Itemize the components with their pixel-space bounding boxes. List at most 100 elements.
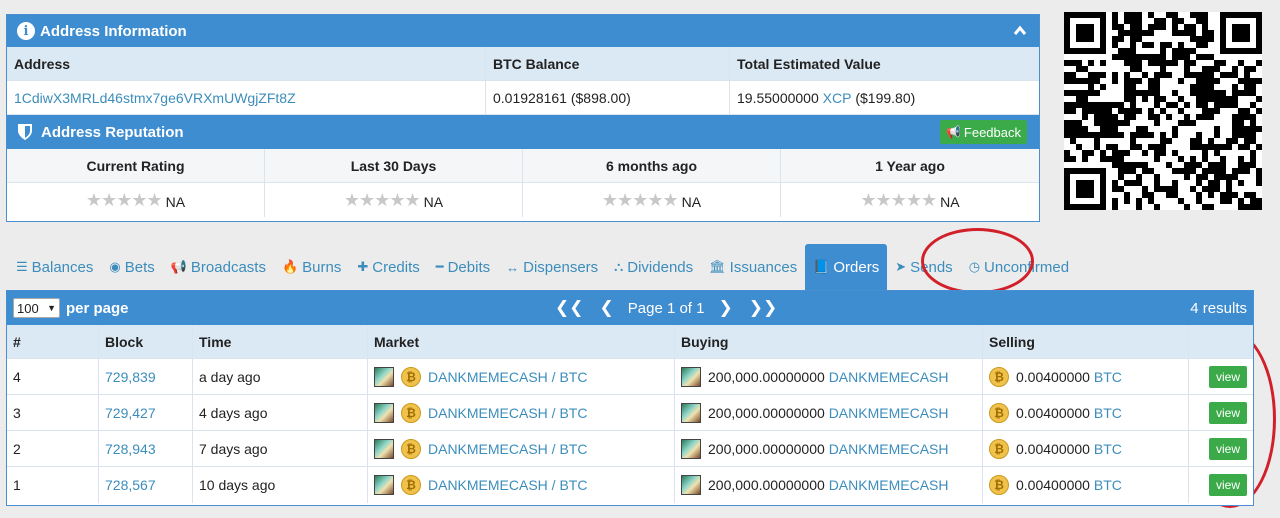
buying-amount: 200,000.00000000: [708, 440, 825, 457]
address-information-header: i Address Information: [7, 15, 1039, 47]
order-number: 3: [7, 395, 99, 430]
address-reputation-title: Address Reputation: [41, 123, 184, 141]
market-link[interactable]: DANKMEMECASH / BTC: [428, 441, 587, 457]
bitcoin-icon: ₿: [401, 366, 421, 387]
tab-issuances[interactable]: 🏛 Issuances: [701, 244, 805, 290]
market-link[interactable]: DANKMEMECASH / BTC: [428, 369, 587, 385]
previous-page-icon[interactable]: ❮: [600, 298, 614, 318]
tab-balances[interactable]: ☰ Balances: [8, 244, 101, 290]
buying-asset-link[interactable]: DANKMEMECASH: [829, 405, 949, 421]
address-link[interactable]: 1CdiwX3MRLd46stmx7ge6VRXmUWgjZFt8Z: [14, 90, 296, 106]
tab-label: Credits: [372, 258, 420, 276]
total-asset-link[interactable]: XCP: [823, 90, 852, 106]
orders-table-body: 4 729,839 a day ago ₿ DANKMEMECASH / BTC 200,…: [7, 359, 1253, 503]
market-link[interactable]: DANKMEMECASH / BTC: [428, 405, 587, 421]
market-cell: ₿ DANKMEMECASH / BTC: [368, 359, 675, 394]
last-page-icon[interactable]: ❯❯: [749, 298, 778, 318]
feedback-button[interactable]: 📢 Feedback: [939, 120, 1027, 144]
address-reputation-header: Address Reputation 📢 Feedback: [7, 115, 1039, 149]
selling-asset-link[interactable]: BTC: [1094, 477, 1122, 493]
block-link[interactable]: 729,427: [105, 405, 156, 421]
buying-asset-link[interactable]: DANKMEMECASH: [829, 441, 949, 457]
dankmemecash-asset-icon: [374, 402, 394, 423]
total-amount: 19.55000000: [737, 89, 819, 106]
bitcoin-icon: ₿: [989, 475, 1009, 495]
tab-label: Dividends: [627, 258, 694, 276]
buying-asset-link[interactable]: DANKMEMECASH: [829, 369, 949, 385]
rating-value: NA: [423, 193, 444, 210]
orders-toolbar: 100 ▼ per page ❮❮ ❮ Page 1 of 1 ❯ ❯❯ 4 re…: [7, 291, 1253, 325]
selling-amount: 0.00400000: [1016, 404, 1090, 421]
per-page-value: 100: [17, 300, 39, 316]
block-link[interactable]: 728,943: [105, 441, 156, 457]
view-order-button[interactable]: view: [1208, 437, 1247, 460]
reputation-table-row: ★★★★★ NA ★★★★★ NA ★★★★★ NA ★★★★★ NA: [7, 183, 1039, 217]
annotation-ellipse-orders-tab: [921, 228, 1034, 294]
rating-value: NA: [940, 193, 960, 210]
qr-code-image: [1064, 12, 1262, 210]
buying-cell: 200,000.00000000 DANKMEMECASH: [675, 359, 983, 394]
selling-cell: ₿ 0.00400000 BTC: [983, 359, 1189, 394]
collapse-chevron-up-icon[interactable]: [1013, 24, 1027, 38]
tab-dispensers[interactable]: ↔ Dispensers: [498, 244, 606, 290]
address-tabs: ☰ Balances ◉ Bets 📢 Broadcasts 🔥 Burns ✚ Credits ━…: [8, 244, 1077, 290]
buying-amount: 200,000.00000000: [708, 477, 825, 493]
tab-burns[interactable]: 🔥 Burns: [274, 244, 349, 290]
buying-amount: 200,000.00000000: [708, 404, 825, 421]
tab-label: Orders: [833, 258, 880, 276]
buying-cell: 200,000.00000000 DANKMEMECASH: [675, 431, 983, 466]
tab-debits[interactable]: ━ Debits: [428, 244, 498, 290]
column-header-number: #: [7, 325, 99, 358]
selling-asset-link[interactable]: BTC: [1094, 369, 1122, 385]
bitcoin-icon: ₿: [989, 402, 1009, 423]
block-link[interactable]: 729,839: [105, 369, 156, 385]
tab-credits[interactable]: ✚ Credits: [349, 244, 427, 290]
star-rating-icon: ★★★★★: [860, 189, 937, 211]
tab-label: Broadcasts: [190, 258, 266, 276]
buying-cell: 200,000.00000000 DANKMEMECASH: [675, 395, 983, 430]
bitcoin-icon: ₿: [401, 475, 421, 495]
selling-asset-link[interactable]: BTC: [1094, 405, 1122, 421]
market-link[interactable]: DANKMEMECASH / BTC: [428, 477, 587, 493]
tab-broadcasts[interactable]: 📢 Broadcasts: [163, 244, 274, 290]
view-order-button[interactable]: view: [1208, 474, 1247, 496]
per-page-select[interactable]: 100 ▼: [13, 298, 60, 318]
buying-asset-link[interactable]: DANKMEMECASH: [829, 477, 949, 493]
tab-dividends[interactable]: ⛬ Dividends: [606, 244, 701, 290]
selling-asset-link[interactable]: BTC: [1094, 441, 1122, 457]
view-order-button[interactable]: view: [1208, 401, 1247, 424]
column-header-time: Time: [193, 325, 368, 358]
order-time: 4 days ago: [193, 395, 368, 430]
dankmemecash-asset-icon: [681, 402, 701, 423]
tab-orders[interactable]: 📘 Orders: [805, 244, 888, 290]
tab-bets[interactable]: ◉ Bets: [101, 244, 162, 290]
pagination: ❮❮ ❮ Page 1 of 1 ❯ ❯❯: [547, 298, 785, 318]
per-page-label: per page: [66, 299, 129, 317]
next-page-icon[interactable]: ❯: [718, 298, 732, 318]
market-cell: ₿ DANKMEMECASH / BTC: [368, 395, 675, 430]
order-number: 1: [7, 467, 99, 503]
tab-label: Debits: [447, 258, 491, 276]
tab-label: Bets: [124, 258, 155, 276]
tab-balances-icon: ☰: [16, 259, 28, 274]
address-information-title: Address Information: [40, 22, 187, 40]
table-row: 2 728,943 7 days ago ₿ DANKMEMECASH / BTC 200…: [7, 431, 1253, 467]
block-link[interactable]: 728,567: [105, 477, 156, 493]
tab-dividends-icon: ⛬: [614, 259, 624, 274]
chevron-down-icon: ▼: [47, 303, 56, 313]
shield-icon: [18, 124, 32, 140]
orders-table-header: # Block Time Market Buying Selling: [7, 325, 1253, 359]
dankmemecash-asset-icon: [681, 475, 701, 495]
column-header-buying: Buying: [675, 325, 983, 358]
view-order-button[interactable]: view: [1208, 365, 1247, 388]
tab-burns-icon: 🔥: [281, 259, 299, 274]
column-header-last-30-days: Last 30 Days: [265, 149, 523, 182]
info-icon: i: [17, 22, 35, 40]
bitcoin-icon: ₿: [401, 438, 421, 459]
rating-cell: ★★★★★ NA: [523, 183, 781, 217]
column-header-actions: [1189, 325, 1253, 358]
first-page-icon[interactable]: ❮❮: [555, 298, 584, 318]
selling-amount: 0.00400000: [1016, 368, 1090, 385]
dankmemecash-asset-icon: [374, 366, 394, 387]
orders-panel: 100 ▼ per page ❮❮ ❮ Page 1 of 1 ❯ ❯❯ 4 re…: [6, 290, 1254, 506]
